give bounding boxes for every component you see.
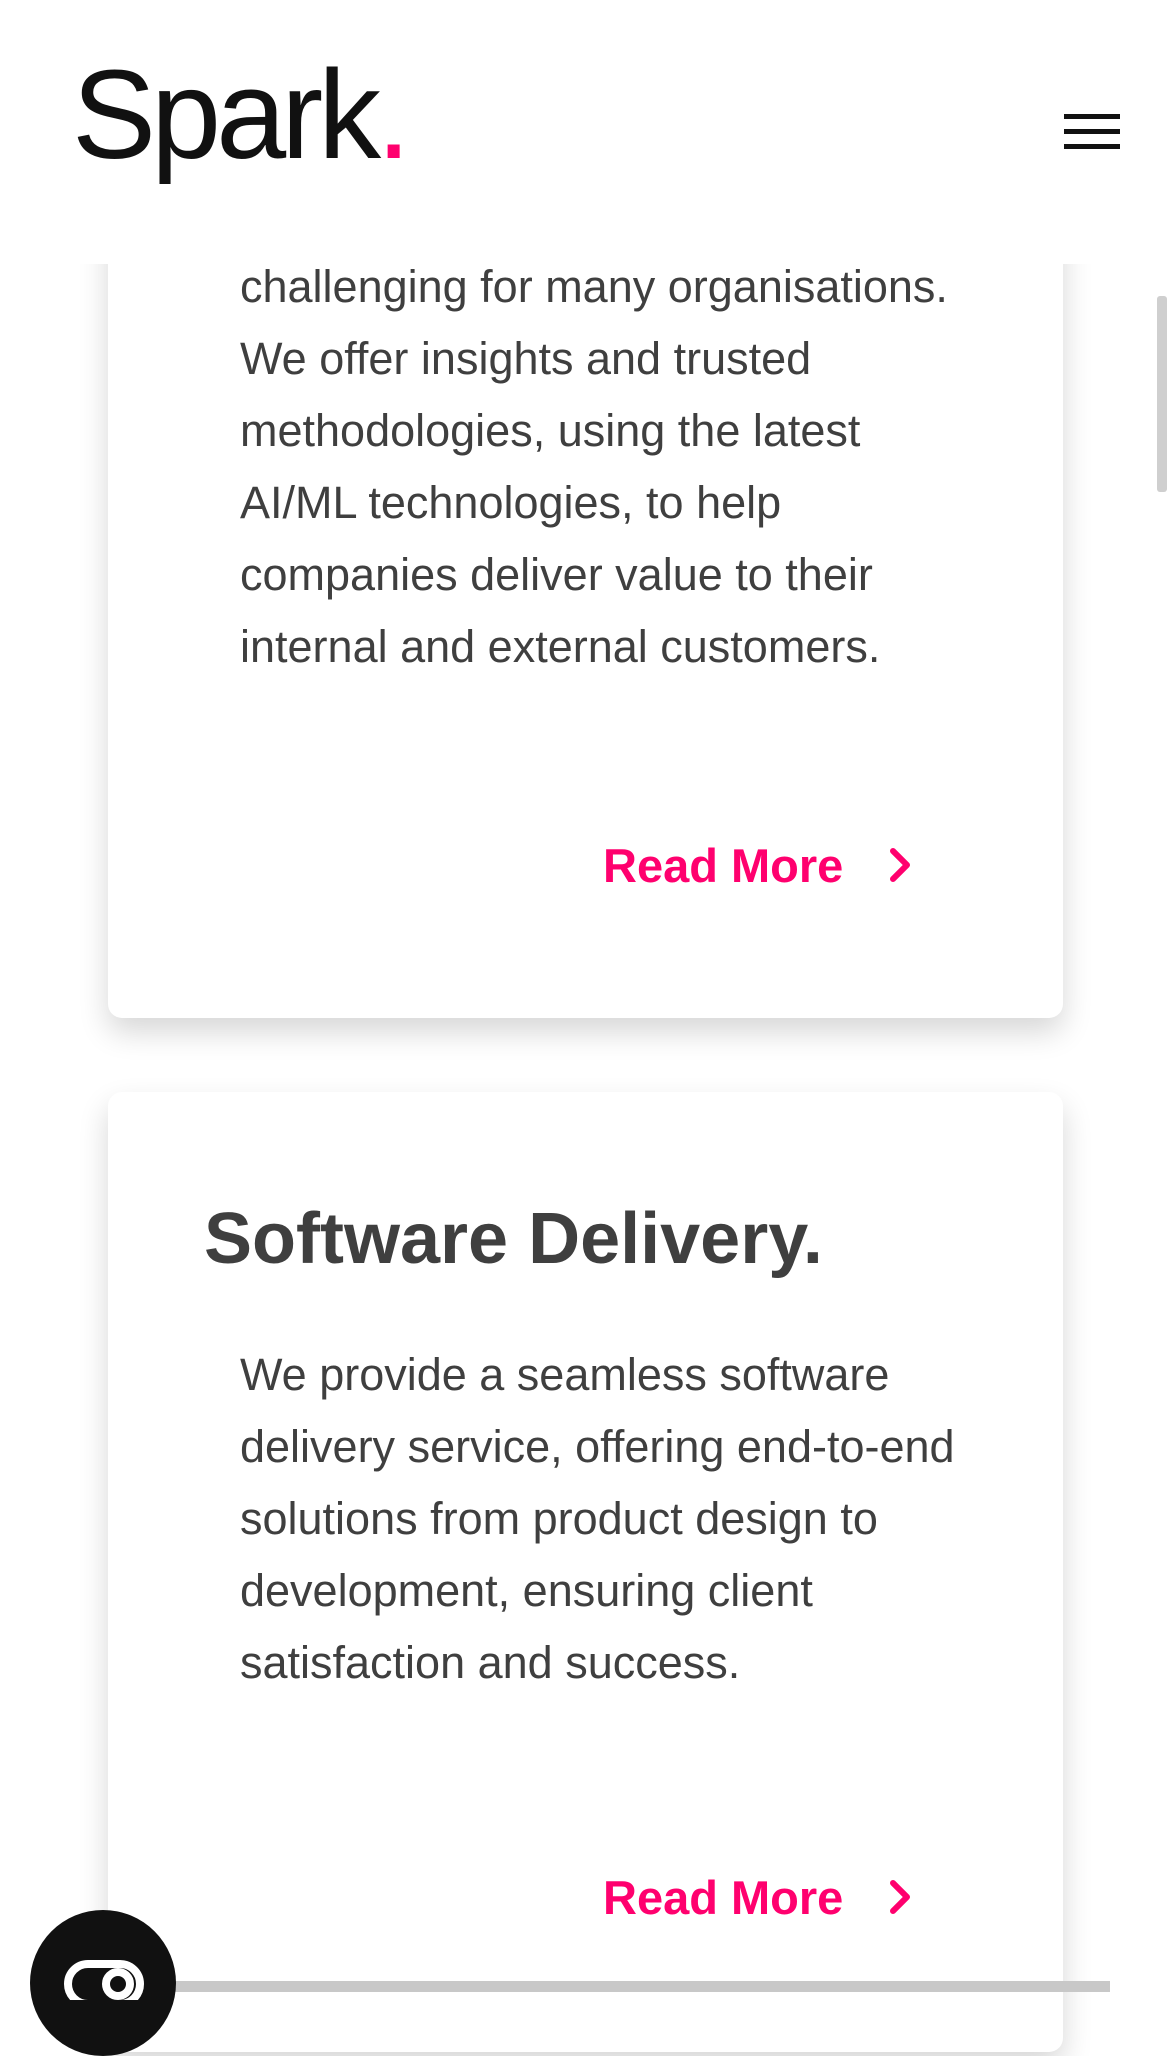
hamburger-menu-icon[interactable] bbox=[1064, 110, 1120, 154]
read-more-label: Read More bbox=[603, 838, 844, 892]
logo-dot: . bbox=[376, 44, 411, 185]
card-description-clipped-line: challenging for many bbox=[240, 261, 656, 312]
menu-line-top bbox=[1064, 114, 1120, 119]
chat-button[interactable] bbox=[30, 1910, 176, 2056]
bottom-horizontal-scrollbar[interactable] bbox=[170, 1981, 1110, 1992]
card-description: We provide a seamless software delivery … bbox=[240, 1349, 955, 1688]
read-more-link[interactable]: Read More bbox=[603, 1867, 915, 1927]
site-header: Spark. bbox=[0, 0, 1170, 264]
read-more-label: Read More bbox=[603, 1870, 844, 1924]
menu-line-bottom bbox=[1064, 144, 1120, 149]
card-description: challenging for many organisations. We o… bbox=[240, 251, 960, 683]
chevron-right-icon bbox=[890, 848, 911, 882]
service-card-software-delivery: Software Delivery. We provide a seamless… bbox=[108, 1092, 1063, 2052]
chat-icon bbox=[64, 1960, 144, 2000]
logo-text: Spark bbox=[72, 44, 381, 185]
chevron-right-icon bbox=[890, 1880, 911, 1914]
card-title: Software Delivery. bbox=[204, 1199, 823, 1279]
card-description-body: organisations. We offer insights and tru… bbox=[240, 261, 948, 672]
page-scrollbar-thumb[interactable] bbox=[1157, 296, 1167, 492]
spark-logo[interactable]: Spark. bbox=[72, 52, 411, 178]
menu-line-middle bbox=[1064, 129, 1120, 134]
read-more-link[interactable]: Read More bbox=[603, 835, 915, 895]
